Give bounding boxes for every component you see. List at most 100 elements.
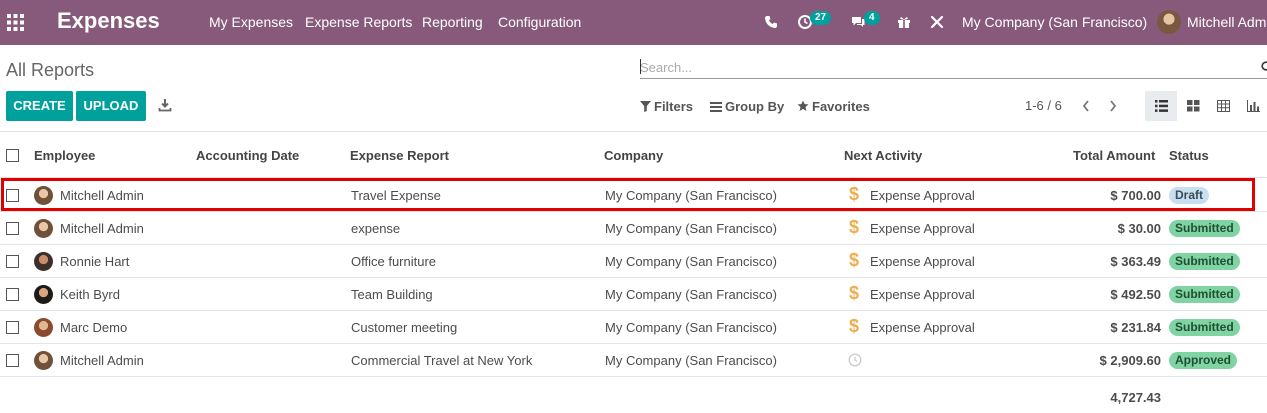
search-bar xyxy=(640,56,1267,79)
company-name: My Company (San Francisco) xyxy=(605,254,777,269)
phone-icon[interactable] xyxy=(763,14,779,30)
expense-reports-table: Employee Accounting Date Expense Report … xyxy=(0,131,1267,377)
menu-my-expenses[interactable]: My Expenses xyxy=(209,14,293,30)
row-checkbox[interactable] xyxy=(6,288,19,301)
group-by-label: Group By xyxy=(725,99,785,114)
column-total-amount[interactable]: Total Amount xyxy=(1073,148,1155,163)
dollar-icon[interactable]: $ xyxy=(849,283,859,304)
table-header: Employee Accounting Date Expense Report … xyxy=(0,132,1267,178)
company-name: My Company (San Francisco) xyxy=(605,320,777,335)
pager-previous-icon[interactable] xyxy=(1081,99,1091,113)
employee-name: Mitchell Admin xyxy=(60,353,144,368)
bars-icon xyxy=(710,102,722,112)
breadcrumb: All Reports xyxy=(6,60,95,80)
dollar-icon[interactable]: $ xyxy=(849,250,859,271)
column-company[interactable]: Company xyxy=(604,148,663,163)
column-next-activity[interactable]: Next Activity xyxy=(844,148,922,163)
user-avatar[interactable] xyxy=(1157,10,1181,34)
star-icon xyxy=(797,100,809,111)
status-badge: Submitted xyxy=(1169,253,1240,270)
company-switcher[interactable]: My Company (San Francisco) xyxy=(962,14,1147,30)
graph-view-button[interactable] xyxy=(1237,91,1267,121)
group-by-dropdown[interactable]: Group By xyxy=(710,99,784,114)
table-row[interactable]: Ronnie Hart Office furniture My Company … xyxy=(0,245,1267,278)
user-menu[interactable]: Mitchell Admin xyxy=(1187,14,1267,30)
search-input[interactable] xyxy=(640,58,1240,76)
favorites-label: Favorites xyxy=(812,99,870,114)
table-row[interactable]: Keith Byrd Team Building My Company (San… xyxy=(0,278,1267,311)
company-name: My Company (San Francisco) xyxy=(605,287,777,302)
app-title[interactable]: Expenses xyxy=(57,8,160,34)
top-navbar: Expenses My Expenses Expense Reports Rep… xyxy=(0,0,1267,45)
next-activity: Expense Approval xyxy=(870,221,975,236)
row-checkbox[interactable] xyxy=(6,321,19,334)
menu-reporting[interactable]: Reporting xyxy=(422,14,483,30)
pivot-table-icon xyxy=(1217,100,1230,112)
dollar-icon[interactable]: $ xyxy=(849,217,859,238)
next-activity: Expense Approval xyxy=(870,320,975,335)
pager-next-icon[interactable] xyxy=(1108,99,1118,113)
expense-report-name: Customer meeting xyxy=(351,320,458,335)
search-icon[interactable] xyxy=(1261,61,1267,73)
expense-report-name: Commercial Travel at New York xyxy=(351,353,533,368)
expense-report-name: Team Building xyxy=(351,287,433,302)
next-activity: Expense Approval xyxy=(870,287,975,302)
grand-total: 4,727.43 xyxy=(1110,390,1161,405)
apps-menu-icon[interactable] xyxy=(7,14,24,31)
message-count-badge: 4 xyxy=(864,11,880,25)
bar-chart-icon xyxy=(1247,100,1260,112)
total-amount: $ 492.50 xyxy=(1110,287,1161,302)
clock-icon[interactable] xyxy=(848,353,862,367)
pager-value[interactable]: 1-6 / 6 xyxy=(1025,98,1062,113)
list-view-button[interactable] xyxy=(1145,91,1177,121)
row-checkbox[interactable] xyxy=(6,255,19,268)
create-button[interactable]: CREATE xyxy=(6,91,73,121)
row-checkbox[interactable] xyxy=(6,222,19,235)
download-icon[interactable] xyxy=(158,98,172,112)
status-badge: Approved xyxy=(1169,352,1238,369)
table-row[interactable]: Mitchell Admin expense My Company (San F… xyxy=(0,212,1267,245)
table-row[interactable]: Mitchell Admin Commercial Travel at New … xyxy=(0,344,1267,377)
favorites-dropdown[interactable]: Favorites xyxy=(797,99,870,114)
filters-dropdown[interactable]: Filters xyxy=(640,99,693,114)
employee-name: Keith Byrd xyxy=(60,287,120,302)
employee-avatar xyxy=(34,351,53,370)
company-name: My Company (San Francisco) xyxy=(605,221,777,236)
dollar-icon[interactable]: $ xyxy=(849,316,859,337)
employee-avatar xyxy=(34,285,53,304)
pivot-view-button[interactable] xyxy=(1207,91,1239,121)
status-badge: Submitted xyxy=(1169,286,1240,303)
next-activity: Expense Approval xyxy=(870,254,975,269)
select-all-checkbox[interactable] xyxy=(6,149,19,162)
menu-configuration[interactable]: Configuration xyxy=(498,14,581,30)
filter-icon xyxy=(640,101,651,112)
column-status[interactable]: Status xyxy=(1169,148,1209,163)
employee-avatar xyxy=(34,318,53,337)
employee-name: Ronnie Hart xyxy=(60,254,130,269)
filters-label: Filters xyxy=(654,99,694,114)
kanban-view-icon xyxy=(1187,100,1200,112)
total-amount: $ 363.49 xyxy=(1110,254,1161,269)
expense-report-name: expense xyxy=(351,221,401,236)
column-expense-report[interactable]: Expense Report xyxy=(350,148,449,163)
menu-expense-reports[interactable]: Expense Reports xyxy=(305,14,412,30)
status-badge: Submitted xyxy=(1169,319,1240,336)
highlighted-row-outline xyxy=(1,178,1255,211)
expense-report-name: Office furniture xyxy=(351,254,437,269)
upload-button[interactable]: UPLOAD xyxy=(76,91,146,121)
employee-name: Marc Demo xyxy=(60,320,128,335)
table-row[interactable]: Marc Demo Customer meeting My Company (S… xyxy=(0,311,1267,344)
row-checkbox[interactable] xyxy=(6,354,19,367)
total-amount: $ 2,909.60 xyxy=(1099,353,1161,368)
employee-name: Mitchell Admin xyxy=(60,221,144,236)
gift-icon[interactable] xyxy=(896,14,912,30)
column-accounting-date[interactable]: Accounting Date xyxy=(196,148,299,163)
debug-tools-icon[interactable] xyxy=(929,14,945,30)
column-employee[interactable]: Employee xyxy=(34,148,95,163)
company-name: My Company (San Francisco) xyxy=(605,353,777,368)
activity-count-badge: 27 xyxy=(810,11,832,25)
total-amount: $ 30.00 xyxy=(1117,221,1161,236)
kanban-view-button[interactable] xyxy=(1177,91,1209,121)
list-view-icon xyxy=(1155,100,1168,112)
status-badge: Submitted xyxy=(1169,220,1240,237)
